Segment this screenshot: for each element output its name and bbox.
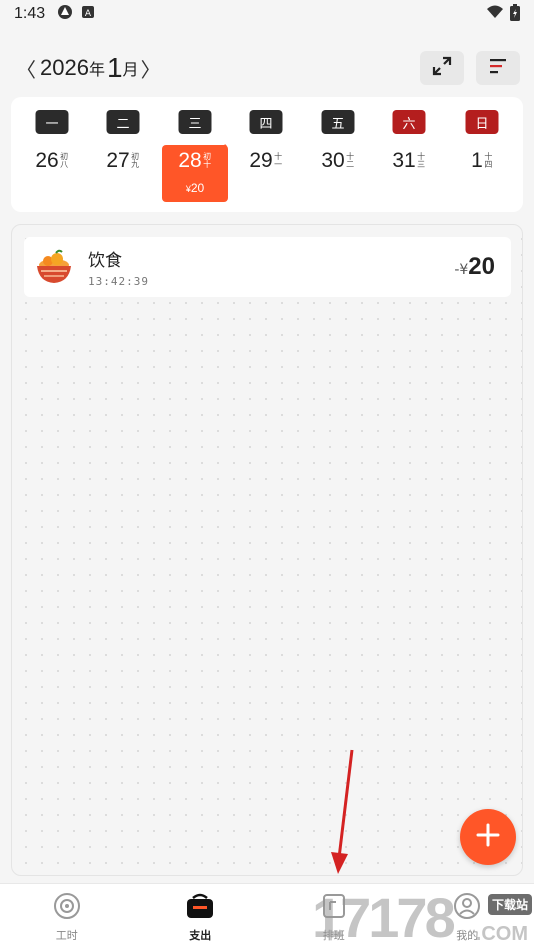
weekday-badge: 三 xyxy=(178,110,212,134)
svg-text:A: A xyxy=(85,9,92,19)
day-cell[interactable]: 四 29 十一 xyxy=(231,97,301,212)
day-cell[interactable]: 六 31 十三 xyxy=(374,97,444,212)
app-notification-icon xyxy=(57,4,73,24)
weekday-badge: 日 xyxy=(465,110,499,134)
amount-value: 20 xyxy=(468,253,495,280)
food-bowl-icon xyxy=(32,245,76,289)
calendar-icon xyxy=(321,892,347,924)
lunar-date: 初八 xyxy=(59,152,69,168)
year-unit: 年 xyxy=(88,62,105,79)
week-strip: 一 26 初八 二 27 初九 三 28 初十 ¥20 四 29 十一 五 30 十二 六… xyxy=(11,97,523,212)
tab-work-hours[interactable]: 工时 xyxy=(0,884,134,950)
weekday-badge: 六 xyxy=(392,110,426,134)
day-cell[interactable]: 二 27 初九 xyxy=(88,97,158,212)
day-number: 30 xyxy=(321,149,345,172)
month-unit: 月 xyxy=(122,62,139,79)
next-month-button[interactable]: 〉 xyxy=(139,54,163,83)
expand-arrows-icon xyxy=(432,56,452,80)
day-cell[interactable]: 日 1 十四 xyxy=(447,97,517,212)
month-navigator: 〈 2026 年 1 月 〉 xyxy=(14,54,163,83)
day-amount: ¥20 xyxy=(185,181,205,195)
month-label[interactable]: 1 xyxy=(107,54,123,82)
expand-button[interactable] xyxy=(420,51,464,85)
lunar-date: 初十 xyxy=(202,152,212,168)
tab-schedule[interactable]: 排班 xyxy=(267,884,401,950)
entry-amount: -¥ 20 xyxy=(454,253,495,281)
year-label[interactable]: 2026 xyxy=(40,55,89,81)
wifi-icon xyxy=(486,5,504,23)
expense-list: 饮食 13:42:39 -¥ 20 xyxy=(11,224,523,876)
weekday-badge: 一 xyxy=(35,110,69,134)
day-number: 31 xyxy=(392,149,416,172)
day-number: 26 xyxy=(35,149,59,172)
day-cell-selected[interactable]: 三 28 初十 ¥20 xyxy=(160,97,230,212)
tab-expenses[interactable]: 支出 xyxy=(134,884,268,950)
list-item[interactable]: 饮食 13:42:39 -¥ 20 xyxy=(24,237,511,297)
wallet-icon xyxy=(185,892,215,924)
plus-icon xyxy=(475,822,501,852)
prev-month-button[interactable]: 〈 xyxy=(14,54,38,83)
lunar-date: 十一 xyxy=(273,152,283,168)
weekday-badge: 二 xyxy=(106,110,140,134)
weekday-badge: 四 xyxy=(249,110,283,134)
tab-label: 排班 xyxy=(322,928,345,942)
entry-category: 饮食 xyxy=(88,251,122,271)
tab-label: 支出 xyxy=(189,928,212,942)
lunar-date: 初九 xyxy=(130,152,140,168)
clock-icon xyxy=(53,892,81,924)
day-number: 1 xyxy=(471,149,483,172)
add-expense-button[interactable] xyxy=(460,809,516,865)
amount-sign: -¥ xyxy=(454,262,469,278)
sort-lines-icon xyxy=(488,57,508,79)
lunar-date: 十三 xyxy=(416,152,426,168)
check-icon xyxy=(213,141,227,160)
header: 〈 2026 年 1 月 〉 xyxy=(0,46,534,90)
day-cell[interactable]: 一 26 初八 xyxy=(17,97,87,212)
status-time: 1:43 xyxy=(14,5,46,22)
tab-label: 我的 xyxy=(456,928,479,942)
lunar-date: 十四 xyxy=(483,152,493,168)
status-bar: 1:43 A xyxy=(0,0,534,28)
user-icon xyxy=(453,892,481,924)
sort-button[interactable] xyxy=(476,51,520,85)
a-notification-icon: A xyxy=(81,5,95,23)
day-number: 27 xyxy=(106,149,130,172)
battery-icon xyxy=(510,3,520,25)
tab-profile[interactable]: 我的 xyxy=(401,884,534,950)
day-number: 29 xyxy=(249,149,273,172)
entry-time: 13:42:39 xyxy=(88,275,149,288)
day-number: 28 xyxy=(178,149,202,172)
bottom-nav: 工时 支出 排班 我的 xyxy=(0,883,534,950)
tab-label: 工时 xyxy=(55,928,78,942)
day-cell[interactable]: 五 30 十二 xyxy=(303,97,373,212)
lunar-date: 十二 xyxy=(345,152,355,168)
weekday-badge: 五 xyxy=(321,110,355,134)
